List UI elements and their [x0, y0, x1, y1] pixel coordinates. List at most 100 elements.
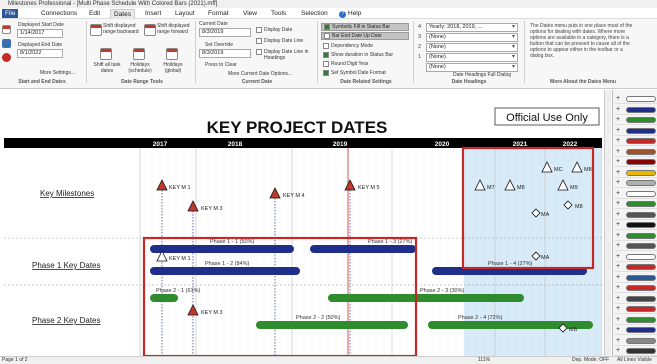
- display-date-line-checkbox[interactable]: [256, 38, 262, 44]
- menu-file[interactable]: File: [2, 9, 19, 18]
- display-date-checkbox[interactable]: [256, 27, 262, 33]
- bar-end-toggle[interactable]: Bar End Date Up Date: [321, 32, 409, 40]
- current-date-input[interactable]: 8/3/2019: [199, 28, 251, 37]
- shift-all-icon[interactable]: [100, 48, 112, 60]
- shift-forward-button[interactable]: Shift displayed range forward: [157, 23, 193, 35]
- menu-format[interactable]: Format: [205, 9, 232, 18]
- palette-row[interactable]: +: [614, 294, 657, 304]
- palette-row[interactable]: +: [614, 126, 657, 136]
- menu-insert[interactable]: Insert: [142, 9, 164, 18]
- display-line-headings-checkbox[interactable]: [256, 49, 262, 55]
- more-current-date-link[interactable]: More Current Date Options...: [228, 71, 292, 77]
- menu-layout[interactable]: Layout: [172, 9, 198, 18]
- plus-icon[interactable]: +: [616, 231, 620, 241]
- palette-row[interactable]: +: [614, 157, 657, 167]
- palette-swatch[interactable]: [626, 232, 656, 239]
- palette-swatch[interactable]: [626, 159, 656, 165]
- palette-swatch[interactable]: [626, 285, 656, 291]
- plus-icon[interactable]: +: [616, 168, 620, 178]
- plus-icon[interactable]: +: [616, 126, 620, 136]
- override-date-input[interactable]: 8/3/2019: [199, 49, 251, 58]
- headings-full-dialog-link[interactable]: Date Headings Full Dialog: [453, 72, 511, 78]
- plus-icon[interactable]: +: [616, 94, 620, 104]
- palette-row[interactable]: +: [614, 220, 657, 230]
- palette-row[interactable]: +: [614, 325, 657, 335]
- plus-icon[interactable]: +: [616, 178, 620, 188]
- menu-dates[interactable]: Dates: [110, 9, 135, 19]
- palette-swatch[interactable]: [626, 127, 656, 134]
- plus-icon[interactable]: +: [616, 189, 620, 199]
- palette-row[interactable]: +: [614, 273, 657, 283]
- displayed-start-input[interactable]: 1/14/2017: [17, 29, 63, 38]
- milestone-triangle[interactable]: [187, 304, 199, 316]
- palette-row[interactable]: +: [614, 315, 657, 325]
- plus-icon[interactable]: +: [616, 199, 620, 209]
- palette-row[interactable]: +: [614, 231, 657, 241]
- plus-icon[interactable]: +: [616, 105, 620, 115]
- schedule-bar[interactable]: [328, 294, 524, 302]
- heading-dropdown[interactable]: (None): [426, 63, 518, 72]
- palette-swatch[interactable]: [626, 211, 656, 218]
- shift-forward-icon[interactable]: [144, 24, 156, 36]
- menu-tools[interactable]: Tools: [268, 9, 289, 18]
- set-symbol-checkbox[interactable]: [323, 70, 329, 76]
- schedule-bar[interactable]: [150, 245, 294, 253]
- plus-icon[interactable]: +: [616, 346, 620, 356]
- heading-dropdown[interactable]: (None): [426, 33, 518, 42]
- milestone-triangle[interactable]: [344, 179, 356, 191]
- plus-icon[interactable]: +: [616, 294, 620, 304]
- cancel-icon[interactable]: [2, 53, 11, 62]
- palette-row[interactable]: +: [614, 178, 657, 188]
- menu-view[interactable]: View: [240, 9, 260, 18]
- plus-icon[interactable]: +: [616, 115, 620, 125]
- plus-icon[interactable]: +: [616, 220, 620, 230]
- menu-help[interactable]: ? Help: [336, 9, 364, 18]
- palette-swatch[interactable]: [626, 190, 656, 197]
- holidays-schedule-button[interactable]: Holidays (schedule): [125, 62, 155, 74]
- shift-back-icon[interactable]: [90, 24, 102, 36]
- symbolic-fill-toggle[interactable]: Symbolic Fill in Status Bar: [321, 23, 409, 31]
- palette-row[interactable]: +: [614, 210, 657, 220]
- plus-icon[interactable]: +: [616, 262, 620, 272]
- plus-icon[interactable]: +: [616, 136, 620, 146]
- milestone-triangle[interactable]: [156, 179, 168, 191]
- holidays-schedule-icon[interactable]: [133, 48, 145, 60]
- menu-selection[interactable]: Selection: [298, 9, 331, 18]
- more-settings-link[interactable]: More Settings...: [40, 70, 75, 76]
- plus-icon[interactable]: +: [616, 147, 620, 157]
- palette-row[interactable]: +: [614, 304, 657, 314]
- palette-swatch[interactable]: [626, 337, 656, 344]
- plus-icon[interactable]: +: [616, 283, 620, 293]
- milestone-triangle[interactable]: [187, 200, 199, 212]
- plus-icon[interactable]: +: [616, 304, 620, 314]
- press-to-clear-button[interactable]: Press to Clear: [205, 62, 237, 68]
- palette-swatch[interactable]: [626, 295, 656, 302]
- plus-icon[interactable]: +: [616, 315, 620, 325]
- palette-row[interactable]: +: [614, 262, 657, 272]
- schedule-bar[interactable]: [310, 245, 416, 253]
- round-digit-checkbox[interactable]: [323, 61, 329, 67]
- palette-swatch[interactable]: [626, 243, 656, 249]
- schedule-bar[interactable]: [256, 321, 408, 329]
- palette-swatch[interactable]: [626, 327, 656, 333]
- heading-dropdown[interactable]: (None): [426, 53, 518, 62]
- palette-swatch[interactable]: [626, 201, 656, 207]
- set-symbol-label[interactable]: Set Symbol Date Format: [331, 70, 386, 76]
- schedule-bar[interactable]: [150, 267, 300, 275]
- milestone-triangle[interactable]: [269, 187, 281, 199]
- displayed-end-input[interactable]: 8/1/2022: [17, 49, 63, 58]
- heading-dropdown[interactable]: (None): [426, 43, 518, 52]
- palette-swatch[interactable]: [626, 106, 656, 113]
- menu-edit[interactable]: Edit: [86, 9, 103, 18]
- heading-dropdown[interactable]: Yearly: 2018, 2019, ...: [426, 23, 518, 32]
- holidays-global-icon[interactable]: [166, 48, 178, 60]
- plus-icon[interactable]: +: [616, 157, 620, 167]
- palette-swatch[interactable]: [626, 138, 656, 144]
- menu-connections[interactable]: Connections: [38, 9, 80, 18]
- schedule-bar[interactable]: [150, 294, 178, 302]
- vertical-scrollbar[interactable]: [604, 90, 611, 356]
- palette-row[interactable]: +: [614, 168, 657, 178]
- palette-row[interactable]: +: [614, 136, 657, 146]
- show-duration-checkbox[interactable]: [323, 52, 329, 58]
- palette-row[interactable]: +: [614, 147, 657, 157]
